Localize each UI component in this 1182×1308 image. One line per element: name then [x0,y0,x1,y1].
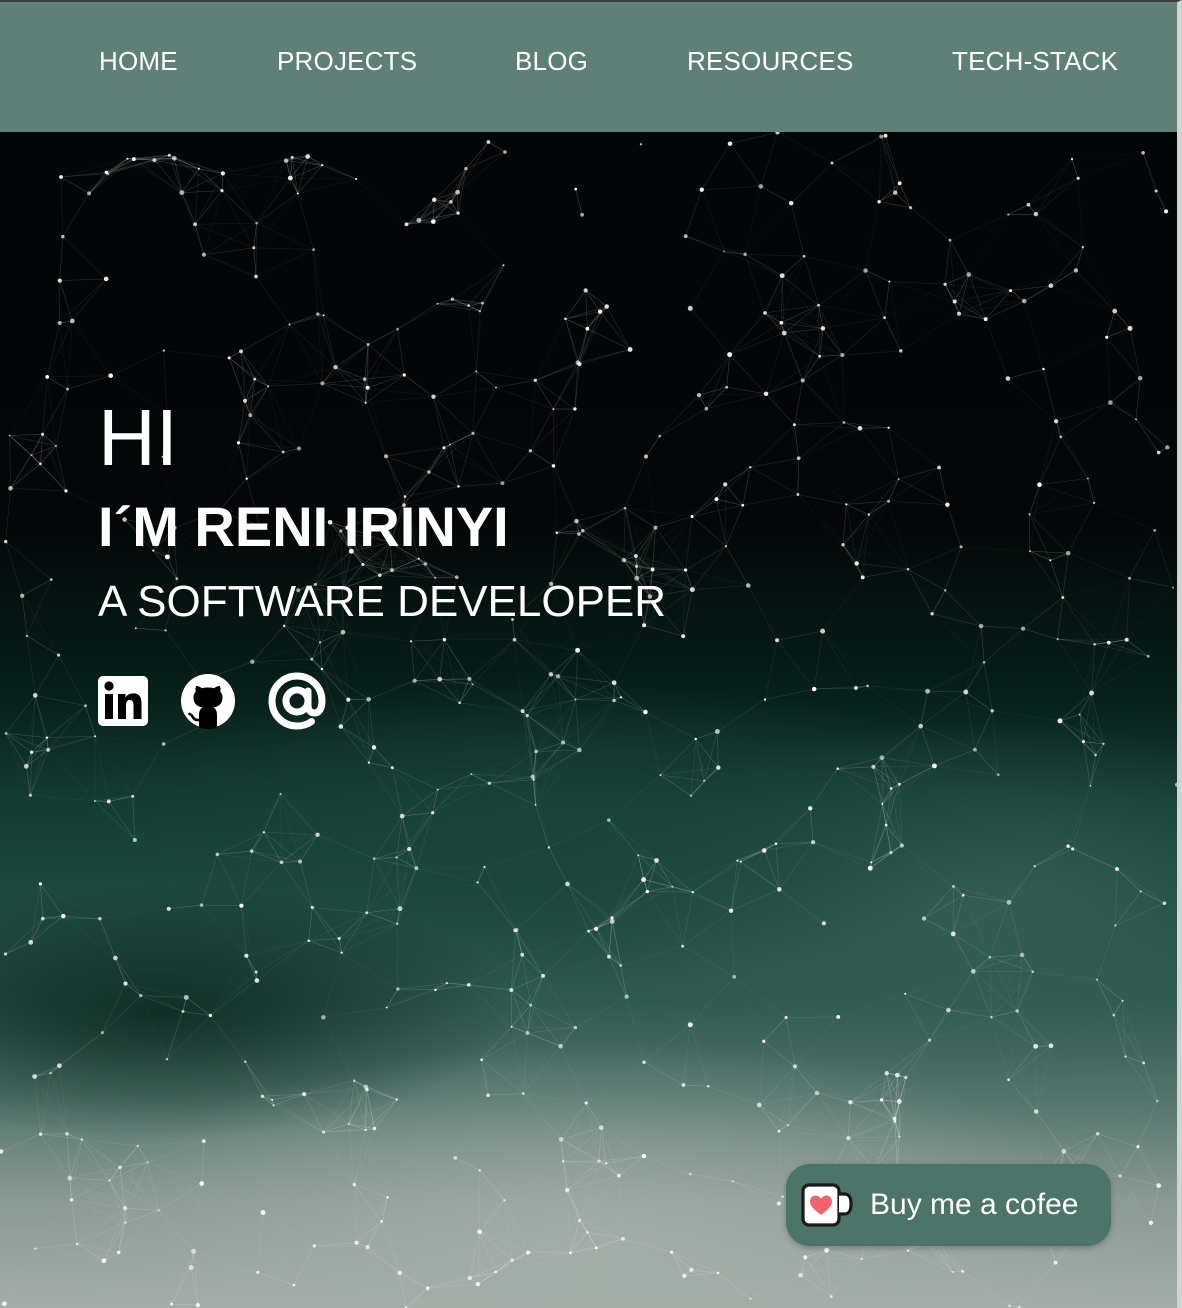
email-link[interactable] [268,672,326,730]
nav-blog[interactable]: BLOG [515,46,588,77]
coffee-cup-heart-icon [800,1182,854,1228]
linkedin-icon [98,676,148,726]
nav-tech-stack[interactable]: TECH-STACK [952,46,1118,77]
particle-network-background [0,130,1177,1308]
linkedin-link[interactable] [98,676,148,726]
name-heading: I´M RENI IRINYI [98,495,509,558]
top-navbar: HOME PROJECTS BLOG RESOURCES TECH-STACK [0,2,1177,132]
role-subtitle: A SOFTWARE DEVELOPER [98,577,667,626]
hero-background [0,2,1177,1308]
nav-projects[interactable]: PROJECTS [277,46,417,77]
intro-section: HI I´M RENI IRINYI A SOFTWARE DEVELOPER [98,390,666,630]
github-link[interactable] [180,673,236,729]
github-icon [181,674,235,729]
buy-me-a-coffee-button[interactable]: Buy me a cofee [786,1164,1111,1246]
page: HOME PROJECTS BLOG RESOURCES TECH-STACK … [0,0,1182,1308]
nav-home[interactable]: HOME [99,46,178,77]
greeting-heading: HI [98,393,178,482]
social-links [98,672,358,730]
at-sign-icon [268,672,326,730]
nav-resources[interactable]: RESOURCES [687,46,854,77]
buy-me-a-coffee-label: Buy me a cofee [870,1188,1079,1221]
